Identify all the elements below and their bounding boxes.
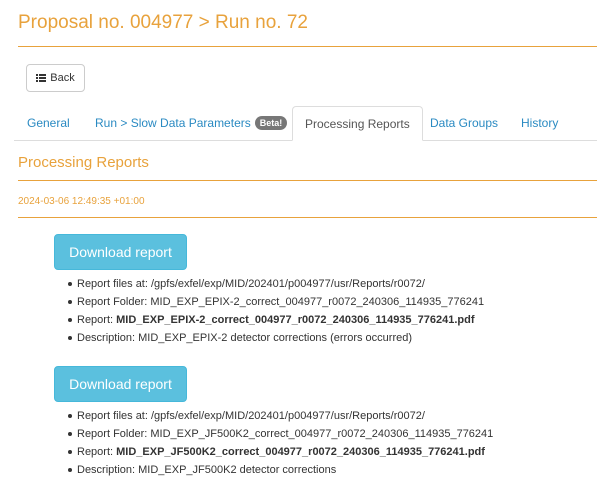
report-description-label: Description: (77, 464, 136, 476)
report-file-value: MID_EXP_EPIX-2_correct_004977_r0072_2403… (116, 314, 475, 326)
beta-badge: Beta! (254, 116, 288, 130)
page-title: Proposal no. 004977 > Run no. 72 (18, 12, 308, 33)
report-block: Download report Report files at: /gpfs/e… (54, 234, 594, 347)
back-button[interactable]: Back (26, 64, 85, 92)
tab-bar: General Run > Slow Data Parameters Beta!… (14, 106, 597, 141)
report-files-value: /gpfs/exfel/exp/MID/202401/p004977/usr/R… (150, 410, 425, 422)
report-file-label: Report: (77, 446, 114, 458)
download-report-button[interactable]: Download report (54, 366, 187, 402)
report-files-item: Report files at: /gpfs/exfel/exp/MID/202… (68, 407, 594, 425)
report-files-label: Report files at: (77, 410, 148, 422)
tab-general-label: General (27, 116, 70, 130)
title-divider (18, 46, 597, 47)
download-report-button[interactable]: Download report (54, 234, 187, 270)
list-icon (36, 74, 46, 82)
report-folder-value: MID_EXP_EPIX-2_correct_004977_r0072_2403… (150, 296, 485, 308)
report-folder-item: Report Folder: MID_EXP_JF500K2_correct_0… (68, 425, 594, 443)
tab-slow-data-parameters-label: Run > Slow Data Parameters (95, 116, 251, 130)
tab-data-groups[interactable]: Data Groups (430, 106, 498, 140)
tab-data-groups-label: Data Groups (430, 116, 499, 130)
report-block: Download report Report files at: /gpfs/e… (54, 366, 594, 479)
report-description-value: MID_EXP_EPIX-2 detector corrections (err… (138, 332, 413, 344)
report-folder-label: Report Folder: (77, 296, 148, 308)
tab-slow-data-parameters[interactable]: Run > Slow Data Parameters Beta! (95, 106, 288, 140)
report-file-item: Report: MID_EXP_JF500K2_correct_004977_r… (68, 443, 594, 461)
report-description-value: MID_EXP_JF500K2 detector corrections (138, 464, 337, 476)
report-file-item: Report: MID_EXP_EPIX-2_correct_004977_r0… (68, 311, 594, 329)
report-details: Report files at: /gpfs/exfel/exp/MID/202… (68, 407, 594, 479)
tab-history[interactable]: History (521, 106, 558, 140)
tab-history-label: History (521, 116, 559, 130)
section-title: Processing Reports (18, 154, 149, 171)
report-file-value: MID_EXP_JF500K2_correct_004977_r0072_240… (116, 446, 485, 458)
report-folder-label: Report Folder: (77, 428, 148, 440)
tab-general[interactable]: General (27, 106, 70, 140)
report-folder-value: MID_EXP_JF500K2_correct_004977_r0072_240… (150, 428, 494, 440)
report-file-label: Report: (77, 314, 114, 326)
timestamp-divider (18, 217, 597, 218)
report-description-item: Description: MID_EXP_JF500K2 detector co… (68, 461, 594, 479)
report-files-label: Report files at: (77, 278, 148, 290)
section-divider (18, 180, 597, 181)
back-button-label: Back (50, 72, 75, 84)
report-timestamp: 2024-03-06 12:49:35 +01:00 (18, 196, 145, 207)
report-folder-item: Report Folder: MID_EXP_EPIX-2_correct_00… (68, 293, 594, 311)
report-files-item: Report files at: /gpfs/exfel/exp/MID/202… (68, 275, 594, 293)
report-files-value: /gpfs/exfel/exp/MID/202401/p004977/usr/R… (150, 278, 425, 290)
page: Proposal no. 004977 > Run no. 72 Back Ge… (0, 0, 597, 499)
tab-processing-reports-label: Processing Reports (305, 116, 410, 131)
report-details: Report files at: /gpfs/exfel/exp/MID/202… (68, 275, 594, 347)
tab-processing-reports[interactable]: Processing Reports (292, 106, 423, 141)
report-description-label: Description: (77, 332, 136, 344)
report-description-item: Description: MID_EXP_EPIX-2 detector cor… (68, 329, 594, 347)
